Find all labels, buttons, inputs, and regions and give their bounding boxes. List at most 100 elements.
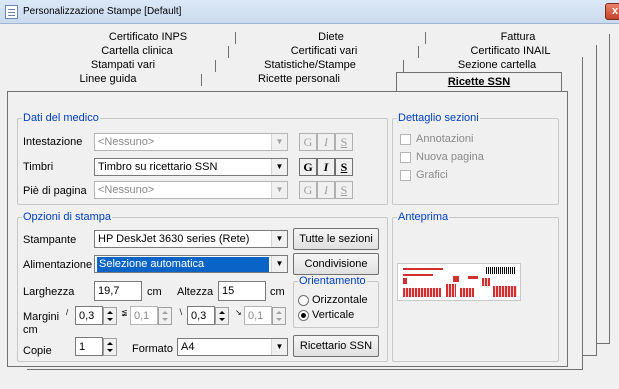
tab-ricette-personali[interactable]: Ricette personali xyxy=(202,73,396,87)
tab-certificati-vari[interactable]: Certificati vari xyxy=(229,45,419,59)
title-bar: Personalizzazione Stampe [Default] x xyxy=(0,0,619,24)
margine-destro-spinner[interactable] xyxy=(215,307,229,325)
tab-certificato-inail[interactable]: Certificato INAIL xyxy=(419,45,602,59)
preview-grid xyxy=(446,284,456,297)
margini-unit: cm xyxy=(23,324,38,336)
preview-grid xyxy=(482,278,490,286)
margine-inferiore-spinner[interactable] xyxy=(272,307,286,325)
margine-sinistro-value: 0,3 xyxy=(79,310,95,322)
tab-statistiche-stampe[interactable]: Statistiche/Stampe xyxy=(216,59,404,73)
altezza-value: 15 xyxy=(222,285,235,297)
altezza-label: Altezza xyxy=(177,286,214,298)
preview-grid xyxy=(403,288,441,297)
formato-value: A4 xyxy=(181,341,195,353)
italic-button[interactable]: I xyxy=(317,133,335,151)
larghezza-unit: cm xyxy=(147,286,162,298)
margine-sinistro-spinner[interactable] xyxy=(103,307,117,325)
copie-value: 1 xyxy=(79,341,86,353)
margine-inferiore-value: 0,1 xyxy=(248,310,264,322)
tab-diete[interactable]: Diete xyxy=(236,31,426,45)
altezza-input[interactable]: 15 xyxy=(218,281,266,301)
annotazioni-checkbox[interactable] xyxy=(400,134,411,145)
ricettario-ssn-button[interactable]: Ricettario SSN xyxy=(293,335,379,357)
larghezza-label: Larghezza xyxy=(23,286,75,298)
chevron-down-icon: ▼ xyxy=(271,134,287,150)
alimentazione-label: Alimentazione xyxy=(23,259,93,271)
altezza-unit: cm xyxy=(270,286,285,298)
orizzontale-label: Orizzontale xyxy=(312,294,368,306)
margini-label: Margini xyxy=(23,311,60,323)
tab-fattura[interactable]: Fattura xyxy=(426,31,610,45)
margine-superiore-input[interactable]: 0,1 xyxy=(130,306,158,325)
tutte-sezioni-label: Tutte le sezioni xyxy=(299,233,373,245)
preview-grid xyxy=(460,288,474,297)
bold-button[interactable]: G xyxy=(299,133,317,151)
ricettario-ssn-label: Ricettario SSN xyxy=(299,340,373,352)
margin-left-icon: / xyxy=(66,308,69,317)
margine-sinistro-input[interactable]: 0,3 xyxy=(75,306,103,325)
group-dettaglio-title: Dettaglio sezioni xyxy=(397,112,480,124)
orizzontale-radio[interactable] xyxy=(298,295,309,306)
margine-destro-input[interactable]: 0,3 xyxy=(187,306,215,325)
close-button[interactable]: x xyxy=(605,3,619,20)
chevron-down-icon: ▼ xyxy=(271,231,287,247)
margin-top-icon: ≨ xyxy=(121,308,128,317)
preview-header-bar xyxy=(403,274,433,276)
group-anteprima-title: Anteprima xyxy=(397,211,450,223)
formato-select[interactable]: A4 ▼ xyxy=(177,338,288,356)
tab-stampati-vari[interactable]: Stampati vari xyxy=(30,59,216,73)
italic-button[interactable]: I xyxy=(317,158,335,176)
tab-sezione-cartella[interactable]: Sezione cartella xyxy=(404,59,590,73)
chevron-down-icon: ▼ xyxy=(271,339,287,355)
tab-cartella-clinica[interactable]: Cartella clinica xyxy=(45,45,229,59)
piede-pagina-label: Piè di pagina xyxy=(23,185,87,197)
tab-row-2: Cartella clinica Certificati vari Certif… xyxy=(45,45,602,59)
tab-ricette-ssn[interactable]: Ricette SSN xyxy=(396,72,562,92)
stampante-label: Stampante xyxy=(23,234,77,246)
larghezza-value: 19,7 xyxy=(98,285,120,297)
verticale-radio[interactable] xyxy=(298,310,309,321)
alimentazione-value: Selezione automatica xyxy=(97,257,269,272)
preview-barcode xyxy=(486,267,516,274)
tab-certificato-inps[interactable]: Certificato INPS xyxy=(60,31,236,45)
condivisione-button[interactable]: Condivisione xyxy=(293,253,379,275)
margine-superiore-spinner[interactable] xyxy=(158,307,172,325)
margine-superiore-value: 0,1 xyxy=(134,310,150,322)
bold-button[interactable]: G xyxy=(299,158,317,176)
preview-marker xyxy=(403,278,407,284)
larghezza-input[interactable]: 19,7 xyxy=(94,281,142,301)
chevron-down-icon: ▼ xyxy=(271,256,287,272)
piede-pagina-select[interactable]: <Nessuno> ▼ xyxy=(94,181,288,199)
underline-button[interactable]: S xyxy=(335,158,353,176)
copie-spinner[interactable] xyxy=(103,338,117,356)
anteprima-thumbnail xyxy=(397,263,521,301)
timbri-label: Timbri xyxy=(23,161,54,173)
bold-button[interactable]: G xyxy=(299,181,317,199)
copie-input[interactable]: 1 xyxy=(75,337,103,356)
margine-inferiore-input[interactable]: 0,1 xyxy=(244,306,272,325)
timbri-value: Timbro su ricettario SSN xyxy=(98,161,218,173)
italic-button[interactable]: I xyxy=(317,181,335,199)
intestazione-select[interactable]: <Nessuno> ▼ xyxy=(94,133,288,151)
tab-ricette-ssn-label: Ricette SSN xyxy=(447,76,511,88)
nuova-pagina-checkbox[interactable] xyxy=(400,152,411,163)
margine-destro-value: 0,3 xyxy=(191,310,207,322)
preview-marker xyxy=(468,276,478,279)
group-dati-medico-title: Dati del medico xyxy=(22,112,100,124)
timbri-select[interactable]: Timbro su ricettario SSN ▼ xyxy=(94,158,288,176)
tab-row-3: Stampati vari Statistiche/Stampe Sezione… xyxy=(30,59,590,73)
intestazione-label: Intestazione xyxy=(23,136,83,148)
app-icon xyxy=(5,5,18,19)
stampante-select[interactable]: HP DeskJet 3630 series (Rete) ▼ xyxy=(94,230,288,248)
group-opzioni-title: Opzioni di stampa xyxy=(22,211,113,223)
grafici-label: Grafici xyxy=(416,169,448,181)
grafici-checkbox[interactable] xyxy=(400,170,411,181)
formato-label: Formato xyxy=(132,343,173,355)
underline-button[interactable]: S xyxy=(335,181,353,199)
alimentazione-select[interactable]: Selezione automatica ▼ xyxy=(94,255,288,273)
verticale-label: Verticale xyxy=(312,309,355,321)
tutte-sezioni-button[interactable]: Tutte le sezioni xyxy=(293,228,379,250)
underline-button[interactable]: S xyxy=(335,133,353,151)
condivisione-label: Condivisione xyxy=(304,258,368,270)
tab-linee-guida[interactable]: Linee guida xyxy=(14,73,202,87)
